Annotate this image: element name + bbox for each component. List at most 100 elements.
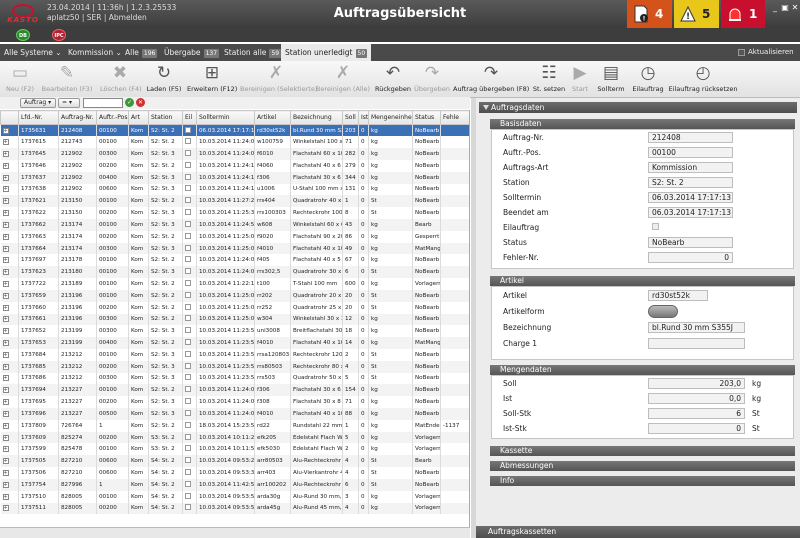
row-expand-toggle[interactable]: + [0, 266, 19, 279]
eil-checkbox[interactable] [185, 220, 191, 227]
clean-all-button[interactable]: ✗ Bereinigen (Alle) [314, 62, 372, 97]
table-row[interactable]: +1737809 726764 1 Kom S2: St. 2 18.03.2014 15… [0, 419, 469, 432]
row-expand-toggle[interactable]: + [0, 443, 19, 456]
system-selector[interactable]: Alle Systeme ⌄ [4, 44, 62, 61]
row-expand-toggle[interactable]: + [0, 124, 19, 137]
set-station-button[interactable]: ☷ St. setzen [531, 62, 567, 97]
eil-checkbox[interactable] [185, 291, 191, 298]
row-expand-toggle[interactable]: + [0, 384, 19, 397]
plus-icon[interactable]: + [2, 174, 9, 181]
row-expand-toggle[interactable]: + [0, 207, 19, 219]
apply-filter-icon[interactable]: ✓ [125, 98, 134, 107]
handover-button[interactable]: ↷ Übergeben [413, 62, 451, 97]
plus-icon[interactable]: + [2, 151, 9, 158]
table-row[interactable]: +1737694 213227 00100 Kom S2: St. 2 10.03.201… [0, 384, 469, 397]
warning-alarm-button[interactable]: ! 5 [674, 0, 719, 28]
table-row[interactable]: +1737506 827210 00600 Kom S4: St. 2 10.03.201… [0, 467, 469, 479]
return-button[interactable]: ↶ Rückgeben [374, 62, 412, 97]
table-row[interactable]: +1737645 212902 00300 Kom S2: St. 3 10.03.201… [0, 148, 469, 160]
plus-icon[interactable]: + [2, 340, 9, 347]
table-row[interactable]: +1737621 213150 00100 Kom S2: St. 2 10.03.201… [0, 195, 469, 208]
plus-icon[interactable]: + [2, 328, 9, 335]
table-row[interactable]: +1737659 213196 00100 Kom S2: St. 2 10.03.201… [0, 289, 469, 302]
eil-checkbox[interactable] [185, 244, 191, 251]
eil-checkbox[interactable] [185, 185, 191, 192]
row-expand-toggle[interactable]: + [0, 348, 19, 361]
row-expand-toggle[interactable]: + [0, 219, 19, 231]
eil-checkbox[interactable] [185, 480, 191, 487]
eil-checkbox[interactable] [185, 268, 191, 275]
table-row[interactable]: +1737511 828005 00200 Kom S4: St. 2 10.03.201… [0, 502, 469, 515]
eil-checkbox[interactable] [185, 433, 191, 440]
row-expand-toggle[interactable]: + [0, 325, 19, 338]
section-auftragsdaten[interactable]: Auftragsdaten [479, 102, 797, 113]
section-auftragskassetten[interactable]: Auftragskassetten [476, 526, 800, 538]
tab-alle[interactable]: Alle 196 [125, 44, 158, 61]
table-row[interactable]: +1737695 213227 00200 Kom S2: St. 3 10.03.201… [0, 396, 469, 408]
table-row[interactable]: +1737685 213212 00200 Kom S2: St. 3 10.03.201… [0, 360, 469, 373]
eil-checkbox[interactable] [185, 504, 191, 511]
eil-checkbox[interactable] [185, 457, 191, 464]
plus-icon[interactable]: + [2, 221, 9, 228]
table-row[interactable]: +1737684 213212 00100 Kom S2: St. 3 10.03.201… [0, 348, 469, 361]
table-row[interactable]: +1737623 213180 00100 Kom S2: St. 3 10.03.201… [0, 266, 469, 279]
clean-selected-button[interactable]: ✗ Bereinigen (Selektierte) [240, 62, 317, 97]
plus-icon[interactable]: + [2, 257, 9, 264]
column-header[interactable]: Bezeichnung [290, 110, 343, 125]
row-expand-toggle[interactable]: + [0, 230, 19, 243]
eil-checkbox[interactable] [185, 409, 191, 416]
filter-value-input[interactable] [83, 98, 123, 108]
eil-checkbox[interactable] [185, 350, 191, 357]
row-expand-toggle[interactable]: + [0, 242, 19, 255]
plus-icon[interactable]: + [2, 434, 9, 441]
column-header[interactable]: Auftrag-Nr. [58, 110, 97, 125]
clear-filter-icon[interactable]: ✕ [136, 98, 145, 107]
row-expand-toggle[interactable]: + [0, 372, 19, 385]
print-icon[interactable]: ▣ [780, 3, 790, 13]
table-row[interactable]: +1737697 213178 00100 Kom S2: St. 2 10.03.201… [0, 254, 469, 267]
row-expand-toggle[interactable]: + [0, 396, 19, 408]
table-row[interactable]: +1737652 213199 00300 Kom S2: St. 3 10.03.201… [0, 325, 469, 338]
row-expand-toggle[interactable]: + [0, 490, 19, 503]
column-header[interactable]: Lfd.-Nr. [18, 110, 59, 125]
row-expand-toggle[interactable]: + [0, 431, 19, 444]
row-expand-toggle[interactable]: + [0, 301, 19, 314]
column-header[interactable]: Solltermin [196, 110, 255, 125]
column-header[interactable]: Mengeneinheit [368, 110, 413, 125]
table-row[interactable]: +1737661 213196 00300 Kom S2: St. 2 10.03.201… [0, 313, 469, 326]
row-expand-toggle[interactable]: + [0, 289, 19, 302]
tab-uebergabe[interactable]: Übergabe 137 [164, 44, 220, 61]
eil-checkbox[interactable] [185, 398, 191, 405]
table-row[interactable]: +1737662 213174 00100 Kom S2: St. 3 10.03.201… [0, 219, 469, 231]
plus-icon[interactable]: + [2, 316, 9, 323]
table-row[interactable]: +1737609 825274 00200 Kom S3: St. 2 10.03.201… [0, 431, 469, 444]
plus-icon[interactable]: + [2, 410, 9, 417]
eil-checkbox[interactable] [185, 303, 191, 310]
eil-checkbox[interactable] [185, 173, 191, 180]
group-artikel-header[interactable]: Artikel [490, 276, 795, 286]
column-header[interactable]: Eil [182, 110, 197, 125]
row-expand-toggle[interactable]: + [0, 195, 19, 208]
load-button[interactable]: ↻ Laden (F5) [144, 62, 184, 97]
siren-alarm-button[interactable]: 1 [721, 0, 765, 28]
eil-checkbox[interactable] [185, 339, 191, 346]
column-header[interactable]: Art [128, 110, 149, 125]
eil-checkbox[interactable] [185, 468, 191, 475]
plus-icon[interactable]: + [2, 363, 9, 370]
delete-button[interactable]: ✖ Löschen (F4) [100, 62, 142, 97]
start-button[interactable]: ▶ Start [569, 62, 591, 97]
column-header[interactable]: Fehle [440, 110, 469, 125]
plus-icon[interactable]: + [2, 446, 9, 453]
plus-icon[interactable]: + [2, 458, 9, 465]
eil-checkbox[interactable] [185, 150, 191, 157]
row-expand-toggle[interactable]: + [0, 360, 19, 373]
filter-field-select[interactable]: Auftrag ▾ [20, 98, 56, 108]
eil-checkbox[interactable] [185, 126, 191, 133]
horizontal-scrollbar[interactable] [0, 527, 470, 538]
row-expand-toggle[interactable]: + [0, 278, 19, 290]
column-header[interactable]: Status [412, 110, 441, 125]
row-expand-toggle[interactable]: + [0, 159, 19, 172]
plus-icon[interactable]: + [2, 139, 9, 146]
column-header[interactable]: Soll [342, 110, 359, 125]
eil-checkbox[interactable] [185, 232, 191, 239]
